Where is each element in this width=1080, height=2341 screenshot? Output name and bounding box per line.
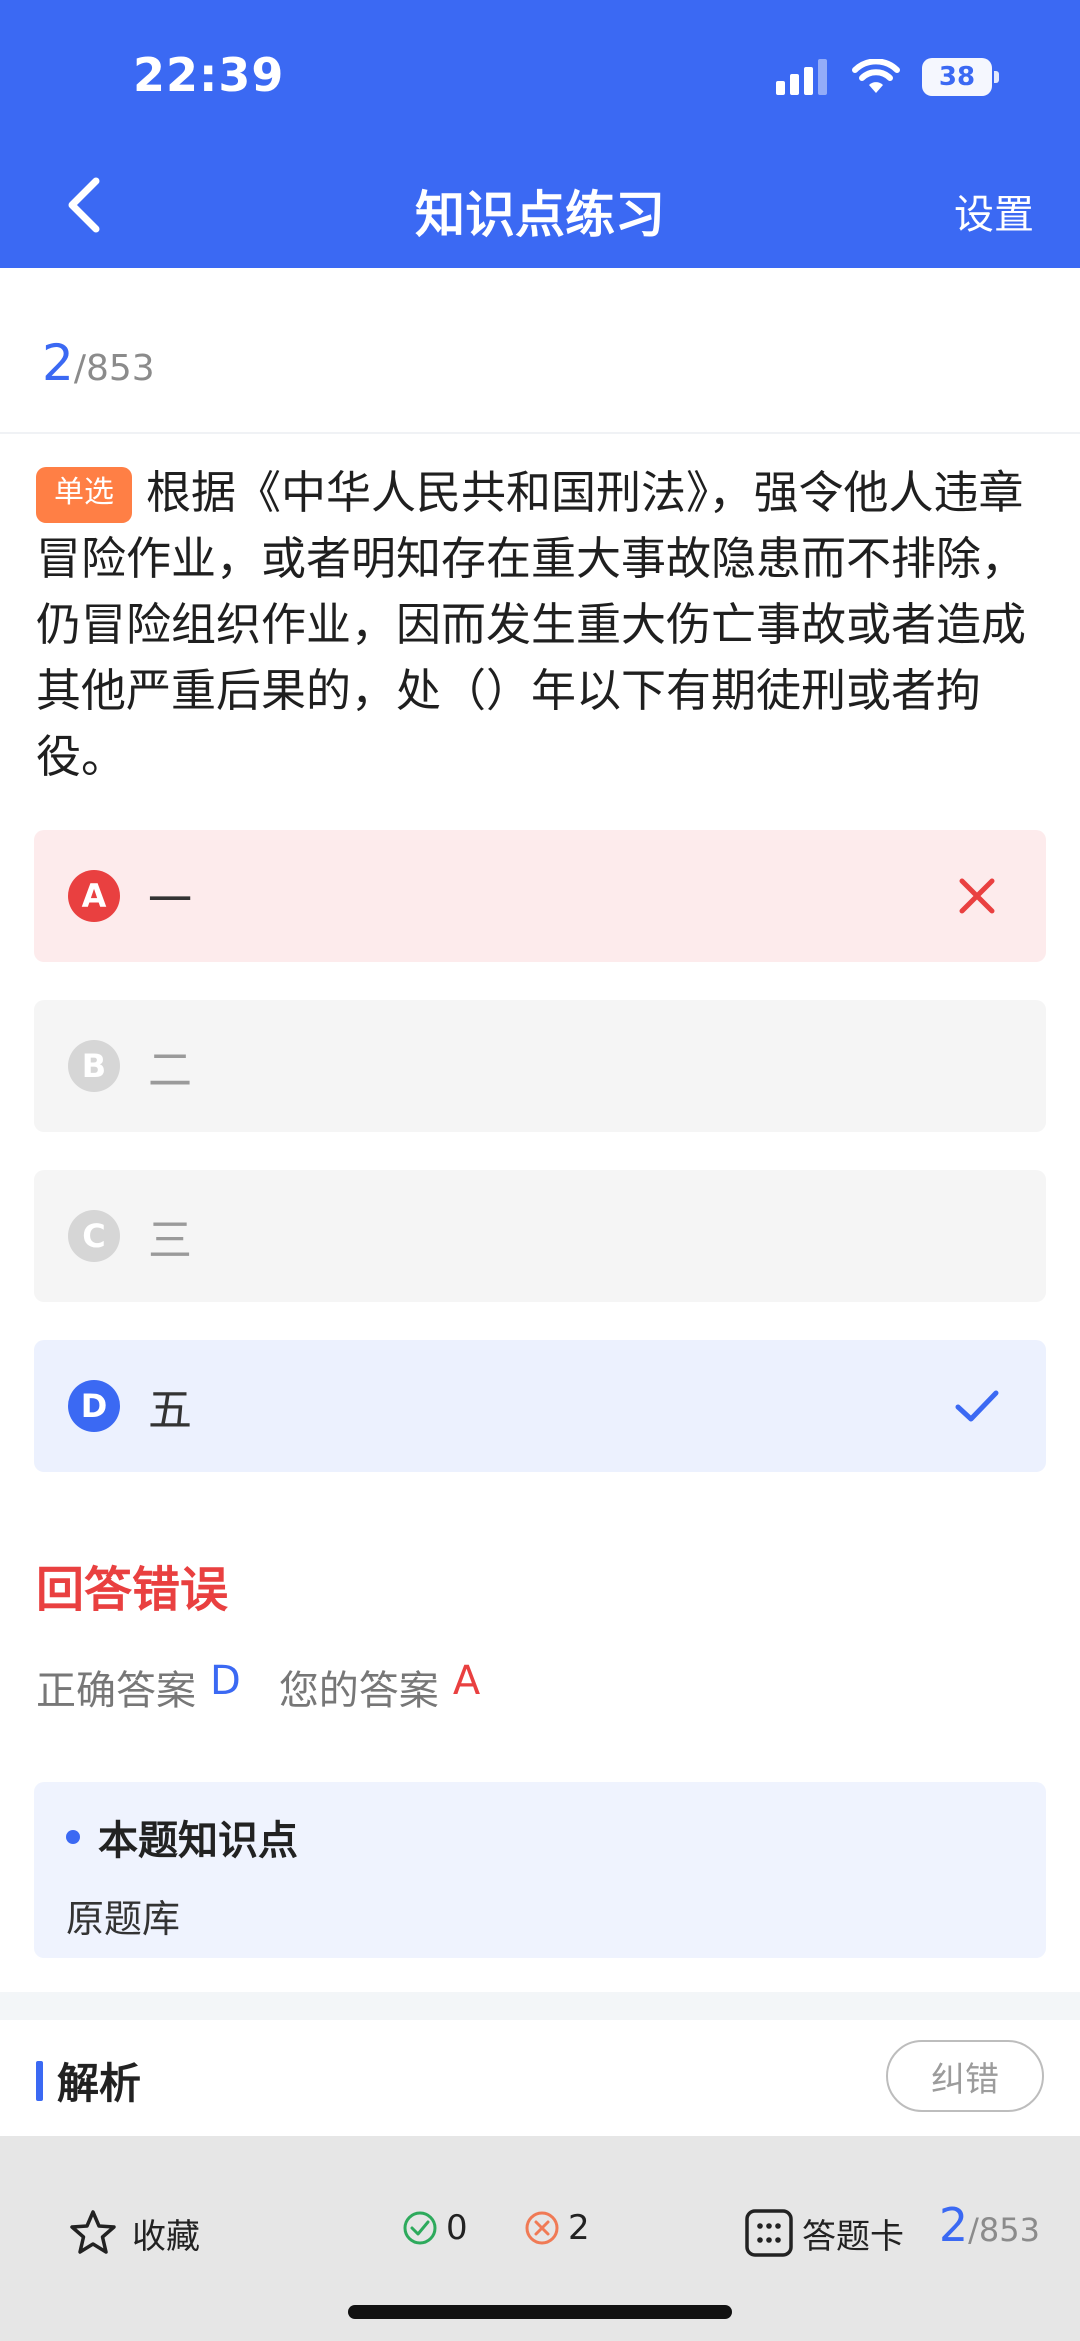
knowledge-point-heading: 本题知识点 (98, 1818, 298, 1864)
favorite-label: 收藏 (132, 2216, 200, 2257)
battery-icon: 38 (922, 58, 999, 96)
option-letter: D (68, 1380, 120, 1432)
bottom-progress: 2/853 (939, 2198, 1040, 2252)
status-time: 22:39 (133, 48, 285, 102)
correct-answer-label: 正确答案 (36, 1668, 196, 1714)
status-icons: 38 (776, 58, 999, 96)
answer-card-button[interactable]: 答题卡 (744, 2208, 904, 2258)
answer-card-label: 答题卡 (802, 2216, 904, 2257)
grid-icon (745, 2209, 793, 2257)
option-d[interactable]: D 五 (34, 1340, 1046, 1472)
bottom-progress-current: 2 (938, 2198, 969, 2252)
option-letter: A (68, 870, 120, 922)
option-text: 一 (148, 875, 192, 926)
option-letter: B (68, 1040, 120, 1092)
report-error-button[interactable]: 纠错 (886, 2040, 1044, 2112)
progress-total: /853 (73, 348, 155, 389)
correct-count[interactable]: 0 (402, 2208, 468, 2248)
x-circle-icon (525, 2211, 559, 2245)
progress-current: 2 (42, 334, 74, 392)
divider (0, 432, 1080, 434)
question-text: 单选 根据《中华人民共和国刑法》，强令他人违章冒险作业，或者明知存在重大事故隐患而… (36, 460, 1044, 790)
accent-bar (36, 2060, 43, 2101)
header: 22:39 38 知识点练习 设置 (0, 0, 1080, 268)
option-text: 二 (148, 1045, 192, 1096)
settings-button[interactable]: 设置 (954, 182, 1034, 240)
your-answer-label: 您的答案 (278, 1668, 439, 1714)
result-title: 回答错误 (36, 1562, 229, 1618)
wrong-count-value: 2 (568, 2208, 590, 2248)
correct-count-value: 0 (446, 2208, 468, 2248)
option-text: 三 (148, 1215, 192, 1266)
option-c[interactable]: C 三 (34, 1170, 1046, 1302)
signal-icon (776, 59, 827, 95)
favorite-button[interactable]: 收藏 (68, 2208, 200, 2258)
battery-level: 38 (938, 62, 976, 92)
wrong-count[interactable]: 2 (524, 2208, 590, 2248)
option-letter: C (68, 1210, 120, 1262)
home-indicator[interactable] (348, 2305, 732, 2319)
knowledge-point-title: 本题知识点 (66, 1808, 1014, 1866)
knowledge-point-box: 本题知识点 原题库 (34, 1782, 1046, 1958)
page-title: 知识点练习 (415, 186, 665, 244)
bottom-progress-total: /853 (968, 2211, 1040, 2249)
analysis-title: 解析 (57, 2059, 142, 2108)
correct-answer-value: D (210, 1658, 241, 1704)
section-separator (0, 1992, 1080, 2020)
question-progress: 2/853 (42, 334, 155, 392)
question-stem: 根据《中华人民共和国刑法》，强令他人违章冒险作业，或者明知存在重大事故隐患而不排… (36, 466, 1027, 783)
check-icon (955, 1390, 999, 1422)
analysis-header: 解析 (36, 2050, 141, 2111)
your-answer-value: A (452, 1658, 481, 1704)
wifi-icon (852, 59, 900, 93)
option-text: 五 (148, 1385, 192, 1436)
check-circle-icon (403, 2211, 437, 2245)
knowledge-point-body: 原题库 (66, 1897, 181, 1941)
question-type-tag: 单选 (36, 467, 132, 523)
bottom-toolbar: 收藏 0 2 答题卡 2/853 (0, 2136, 1080, 2341)
answer-summary: 正确答案 D 您的答案 A (36, 1658, 480, 1716)
bullet-dot-icon (66, 1830, 80, 1844)
star-icon (70, 2210, 116, 2254)
close-x-icon (959, 878, 995, 914)
option-b[interactable]: B 二 (34, 1000, 1046, 1132)
option-a[interactable]: A 一 (34, 830, 1046, 962)
